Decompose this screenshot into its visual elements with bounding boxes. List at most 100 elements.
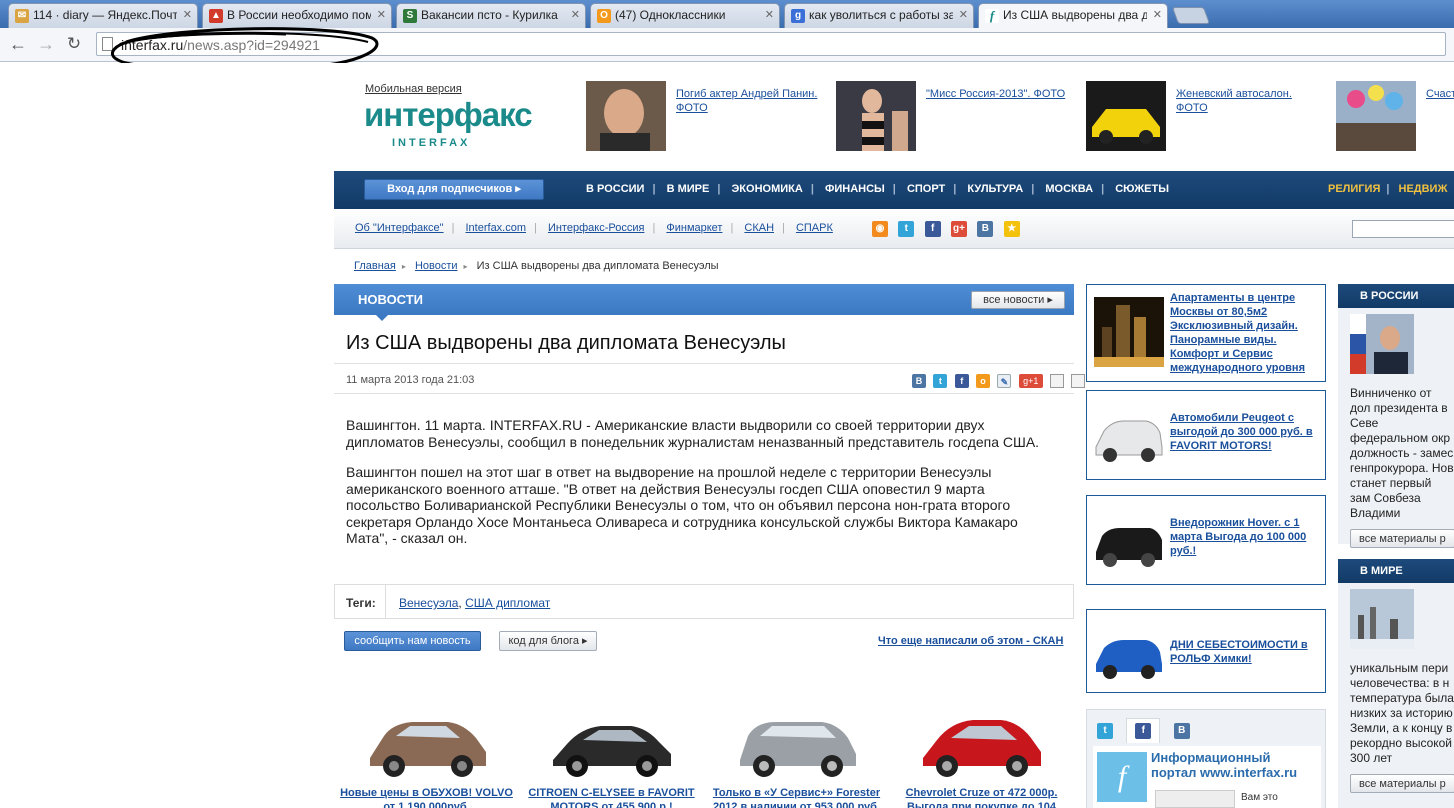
car-image[interactable]: [362, 706, 492, 782]
car-image[interactable]: [547, 706, 677, 782]
browser-tab[interactable]: О (47) Одноклассники ✕: [590, 3, 780, 28]
vkontakte-icon[interactable]: В: [977, 221, 994, 237]
nav-item-culture[interactable]: КУЛЬТУРА: [967, 183, 1023, 195]
city-photo[interactable]: [1350, 589, 1414, 649]
side-ad[interactable]: Внедорожник Hover. с 1 марта Выгода до 1…: [1086, 495, 1326, 585]
interfax-logo[interactable]: интерфакс INTERFAX: [364, 96, 549, 154]
twitter-icon[interactable]: t: [898, 221, 915, 237]
scan-more-link[interactable]: Что еще написали об этом - СКАН: [878, 635, 1063, 647]
scan-link[interactable]: СКАН: [744, 222, 774, 234]
like-button[interactable]: [1155, 790, 1235, 808]
interfax-com-link[interactable]: Interfax.com: [466, 222, 527, 234]
russia-all-materials-button[interactable]: все материалы р: [1350, 529, 1454, 548]
browser-tab[interactable]: S Вакансии псто - Курилка ✕: [396, 3, 586, 28]
miss-russia-photo[interactable]: [836, 81, 916, 151]
ad-image[interactable]: [1094, 506, 1164, 576]
close-icon[interactable]: ✕: [571, 8, 580, 21]
about-interfax-link[interactable]: Об "Интерфаксе": [355, 222, 444, 234]
close-icon[interactable]: ✕: [377, 8, 386, 21]
nav-item-religion[interactable]: РЕЛИГИЯ: [1328, 183, 1380, 195]
close-icon[interactable]: ✕: [959, 8, 968, 21]
tag-link[interactable]: США дипломат: [465, 596, 550, 610]
close-icon[interactable]: ✕: [183, 8, 192, 21]
facebook-icon[interactable]: f: [924, 221, 941, 237]
close-icon[interactable]: ✕: [1153, 8, 1162, 21]
interfax-russia-link[interactable]: Интерфакс-Россия: [548, 222, 644, 234]
side-ad[interactable]: ДНИ СЕБЕСТОИМОСТИ в РОЛЬФ Химки!: [1086, 609, 1326, 693]
car-ad-caption[interactable]: Chevrolet Cruze от 472 000р. Выгода при …: [906, 787, 1058, 808]
vkontakte-share-icon[interactable]: В: [912, 373, 926, 388]
car-ad[interactable]: Только в «У Сервис+» Forester 2012 в нал…: [704, 706, 889, 808]
ad-image[interactable]: [1094, 401, 1164, 471]
back-arrow-icon[interactable]: ←: [6, 33, 30, 55]
promo-caption[interactable]: Женевский автосалон. ФОТО: [1176, 87, 1326, 115]
balloons-photo[interactable]: [1336, 81, 1416, 151]
new-tab-button[interactable]: [1171, 7, 1211, 24]
livejournal-share-icon[interactable]: ✎: [997, 373, 1012, 388]
breadcrumb-news[interactable]: Новости: [415, 260, 458, 272]
nav-item-economy[interactable]: ЭКОНОМИКА: [731, 183, 802, 195]
side-ad-text[interactable]: ДНИ СЕБЕСТОИМОСТИ в РОЛЬФ Химки!: [1170, 638, 1320, 666]
browser-tab-active[interactable]: f Из США выдворены два д ✕: [978, 3, 1168, 29]
facebook-share-icon[interactable]: f: [954, 373, 969, 388]
side-ad-text[interactable]: Автомобили Peugeot с выгодой до 300 000 …: [1170, 411, 1320, 453]
side-ad-text[interactable]: Внедорожник Hover. с 1 марта Выгода до 1…: [1170, 516, 1320, 558]
nav-item-moscow[interactable]: МОСКВА: [1045, 183, 1093, 195]
official-photo[interactable]: [1350, 314, 1414, 374]
facebook-tab-icon[interactable]: f: [1135, 723, 1152, 739]
url-text[interactable]: interfax.ru/news.asp?id=294921: [121, 37, 320, 53]
car-ad-caption[interactable]: Только в «У Сервис+» Forester 2012 в нал…: [713, 787, 880, 808]
ad-image[interactable]: [1094, 618, 1164, 688]
vkontakte-tab-icon[interactable]: В: [1173, 723, 1190, 739]
nav-item-sport[interactable]: СПОРТ: [907, 183, 945, 195]
rss-icon[interactable]: ◉: [872, 221, 888, 237]
side-ad-text[interactable]: Апартаменты в центре Москвы от 80,5м2 Эк…: [1170, 291, 1320, 375]
nav-item-russia[interactable]: В РОССИИ: [586, 183, 644, 195]
odnoklassniki-share-icon[interactable]: о: [976, 373, 991, 388]
mobile-version-link[interactable]: Мобильная версия: [365, 83, 462, 95]
browser-tab[interactable]: g как уволиться с работы за ✕: [784, 3, 974, 28]
promo-caption[interactable]: "Мисс Россия-2013". ФОТО: [926, 87, 1076, 101]
spark-link[interactable]: СПАРК: [796, 222, 833, 234]
browser-tab[interactable]: ✉ 114 · diary — Яндекс.Почта ✕: [8, 3, 198, 28]
car-ad[interactable]: Новые цены в ОБУХОВ! VOLVO от 1 190 000р…: [334, 706, 519, 808]
side-ad[interactable]: Апартаменты в центре Москвы от 80,5м2 Эк…: [1086, 284, 1326, 382]
promo-caption[interactable]: Погиб актер Андрей Панин. ФОТО: [676, 87, 826, 115]
nav-item-realty[interactable]: НЕДВИЖ: [1399, 183, 1448, 195]
browser-tab[interactable]: ▲ В России необходимо поменять ✕: [202, 3, 392, 28]
star-icon[interactable]: ★: [1003, 221, 1020, 237]
blog-code-button[interactable]: код для блога ▸: [499, 631, 597, 651]
close-icon[interactable]: ✕: [765, 8, 774, 21]
nav-item-finance[interactable]: ФИНАНСЫ: [825, 183, 885, 195]
reload-icon[interactable]: ↻: [62, 33, 86, 55]
car-ad-caption[interactable]: Новые цены в ОБУХОВ! VOLVO от 1 190 000р…: [340, 787, 513, 808]
side-ad[interactable]: Автомобили Peugeot с выгодой до 300 000 …: [1086, 390, 1326, 480]
print-icon[interactable]: [1071, 373, 1086, 388]
car-ad-caption[interactable]: CITROEN C-ELYSEE в FAVORIT MOTORS от 455…: [528, 787, 694, 808]
twitter-tab-icon[interactable]: t: [1097, 723, 1113, 739]
email-icon[interactable]: [1050, 373, 1065, 388]
ad-image[interactable]: [1094, 297, 1164, 367]
nav-item-world[interactable]: В МИРЕ: [667, 183, 710, 195]
finmarket-link[interactable]: Финмаркет: [666, 222, 722, 234]
google-plus-share-icon[interactable]: g+1: [1018, 373, 1043, 388]
google-plus-icon[interactable]: g+: [951, 221, 968, 237]
forward-arrow-icon[interactable]: →: [34, 33, 58, 55]
all-news-button[interactable]: все новости ▸: [971, 291, 1065, 309]
actor-photo[interactable]: [586, 81, 666, 151]
car-image[interactable]: [732, 706, 862, 782]
geneva-car-photo[interactable]: [1086, 81, 1166, 151]
report-news-button[interactable]: сообщить нам новость: [344, 631, 481, 651]
twitter-share-icon[interactable]: t: [933, 373, 948, 388]
nav-item-stories[interactable]: СЮЖЕТЫ: [1115, 183, 1169, 195]
car-ad[interactable]: Chevrolet Cruze от 472 000р. Выгода при …: [889, 706, 1074, 808]
breadcrumb-home[interactable]: Главная: [354, 260, 396, 272]
car-image[interactable]: [917, 706, 1047, 782]
world-all-materials-button[interactable]: все материалы р: [1350, 774, 1454, 793]
subscriber-login-button[interactable]: Вход для подписчиков ▸: [364, 179, 544, 200]
car-ad[interactable]: CITROEN C-ELYSEE в FAVORIT MOTORS от 455…: [519, 706, 704, 808]
search-input[interactable]: [1352, 220, 1454, 238]
tag-link[interactable]: Венесуэла: [399, 596, 458, 610]
promo-caption[interactable]: Счаст: [1426, 87, 1454, 101]
address-bar[interactable]: interfax.ru/news.asp?id=294921: [96, 32, 1446, 56]
